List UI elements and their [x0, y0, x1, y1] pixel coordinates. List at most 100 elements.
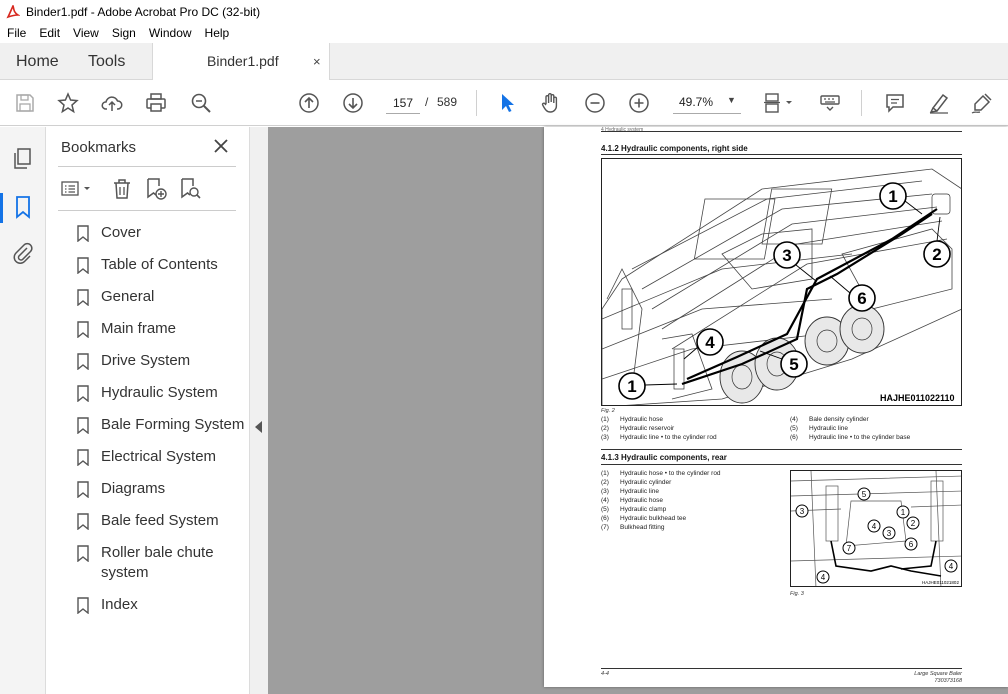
bookmark-label: Bale feed System [101, 512, 219, 529]
tab-close-icon[interactable]: × [313, 54, 321, 69]
bookmark-item[interactable]: Cover [76, 223, 246, 243]
tab-document-label: Binder1.pdf [207, 53, 279, 69]
highlight-pen-icon[interactable] [927, 91, 951, 115]
page-total: 589 [437, 95, 458, 109]
print-icon[interactable] [144, 91, 168, 115]
callout-3: 3 [782, 246, 791, 265]
bookmark-item[interactable]: Electrical System [76, 447, 246, 467]
bookmark-item[interactable]: Bale Forming System [76, 415, 246, 435]
section-rule [601, 464, 962, 465]
upload-cloud-icon[interactable] [100, 91, 124, 115]
section-rule [601, 449, 962, 450]
menu-window[interactable]: Window [142, 26, 198, 40]
figure-callouts: 5 3 4 1 2 7 3 6 4 4 [795, 487, 958, 584]
bookmark-label: Bale Forming System [101, 416, 245, 433]
legend-rear: (1) Hydraulic hose • to the cylinder rod … [601, 470, 721, 531]
collapse-panel-icon[interactable] [255, 421, 262, 433]
tab-home[interactable]: Home [16, 43, 59, 80]
bookmark-item[interactable]: Hydraulic System [76, 383, 246, 403]
tab-bar: Home Tools Binder1.pdf × [0, 43, 1008, 81]
acrobat-logo-icon [6, 4, 20, 18]
toolbar: / 589 49.7% ▼ [0, 80, 1008, 126]
page-number: 4-4 [601, 671, 609, 677]
menu-edit[interactable]: Edit [32, 26, 66, 40]
figure-hydraulic-rear: 5 3 4 1 2 7 3 6 4 4 HAJHE011021802 [790, 470, 962, 587]
bookmark-label: Electrical System [101, 448, 217, 465]
hand-tool-icon[interactable] [539, 91, 563, 115]
previous-page-icon[interactable] [297, 91, 321, 115]
callout-5: 5 [862, 490, 867, 499]
zoom-out-icon[interactable] [583, 91, 607, 115]
menu-view[interactable]: View [66, 26, 105, 40]
bookmarks-panel: Bookmarks Cover Table of Contents Genera… [46, 127, 249, 694]
zoom-search-icon[interactable] [189, 91, 213, 115]
page-header: 4 Hydraulic system [601, 127, 644, 133]
bookmark-item[interactable]: General [76, 287, 246, 307]
delete-bookmark-icon[interactable] [110, 177, 134, 201]
select-cursor-icon[interactable] [495, 91, 519, 115]
bookmark-item[interactable]: Bale feed System [76, 511, 246, 531]
sign-pen-icon[interactable] [970, 91, 994, 115]
bookmark-label: Index [101, 596, 138, 613]
find-bookmark-icon[interactable] [178, 177, 202, 201]
callout-3: 3 [800, 507, 805, 516]
title-bar: Binder1.pdf - Adobe Acrobat Pro DC (32-b… [0, 0, 1008, 23]
page-number-input[interactable] [386, 92, 420, 114]
attachments-icon[interactable] [11, 241, 35, 265]
next-page-icon[interactable] [341, 91, 365, 115]
callout-1: 1 [888, 187, 897, 206]
footer-product-code: 730373168 [934, 678, 962, 684]
bookmark-star-icon[interactable] [56, 91, 80, 115]
bookmark-icon [77, 385, 89, 402]
bookmark-icon [77, 225, 89, 242]
tab-document[interactable]: Binder1.pdf × [152, 43, 330, 81]
divider [58, 210, 236, 211]
chevron-down-icon: ▼ [727, 95, 736, 105]
panel-splitter[interactable] [249, 127, 268, 694]
bookmark-item[interactable]: Drive System [76, 351, 246, 371]
tab-tools[interactable]: Tools [88, 43, 125, 80]
figure-callouts: 1 2 3 6 4 5 1 [618, 182, 951, 400]
save-icon[interactable] [13, 91, 37, 115]
new-bookmark-icon[interactable] [144, 177, 168, 201]
bookmark-icon [77, 289, 89, 306]
bookmark-icon [77, 513, 89, 530]
bookmark-icon [77, 417, 89, 434]
menu-file[interactable]: File [0, 26, 32, 40]
callout-6: 6 [857, 289, 866, 308]
document-view[interactable]: 4 Hydraulic system 4.1.2 Hydraulic compo… [268, 127, 1008, 694]
comment-icon[interactable] [883, 91, 907, 115]
callout-6: 6 [909, 540, 914, 549]
zoom-in-icon[interactable] [627, 91, 651, 115]
menu-help[interactable]: Help [198, 26, 236, 40]
page-thumbnails-icon[interactable] [11, 147, 35, 171]
bookmark-item[interactable]: Main frame [76, 319, 246, 339]
bookmark-label: Table of Contents [101, 256, 218, 273]
figure-label: Fig. 2 [601, 408, 615, 414]
callout-2: 2 [911, 519, 916, 528]
bookmark-label: Drive System [101, 352, 191, 369]
bookmark-icon [77, 321, 89, 338]
page-separator: / [425, 95, 429, 109]
section-heading-rear: 4.1.3 Hydraulic components, rear [601, 453, 727, 462]
bookmarks-panel-icon[interactable] [11, 195, 35, 219]
close-icon[interactable] [212, 137, 230, 155]
bookmark-label: Main frame [101, 320, 177, 337]
bookmark-item[interactable]: Diagrams [76, 479, 246, 499]
bookmark-icon [77, 353, 89, 370]
bookmark-item[interactable]: Table of Contents [76, 255, 246, 275]
zoom-dropdown[interactable]: 49.7% ▼ [673, 92, 741, 114]
callout-5: 5 [789, 355, 798, 374]
bookmarks-title: Bookmarks [61, 139, 137, 156]
bookmark-item[interactable]: Roller bale chute system [76, 543, 246, 583]
bookmark-item[interactable]: Index [76, 595, 246, 615]
callout-3: 3 [887, 529, 892, 538]
bookmark-icon [77, 597, 89, 614]
keyboard-icon[interactable] [818, 91, 842, 115]
callout-4: 4 [821, 573, 826, 582]
page-layout-icon[interactable] [762, 91, 798, 115]
legend-right-side-right: (4) Bale density cylinder (5) Hydraulic li… [790, 416, 911, 441]
footer-product: Large Square Baler 730373168 [884, 671, 962, 685]
bookmark-options-icon[interactable] [60, 177, 96, 201]
menu-sign[interactable]: Sign [105, 26, 142, 40]
